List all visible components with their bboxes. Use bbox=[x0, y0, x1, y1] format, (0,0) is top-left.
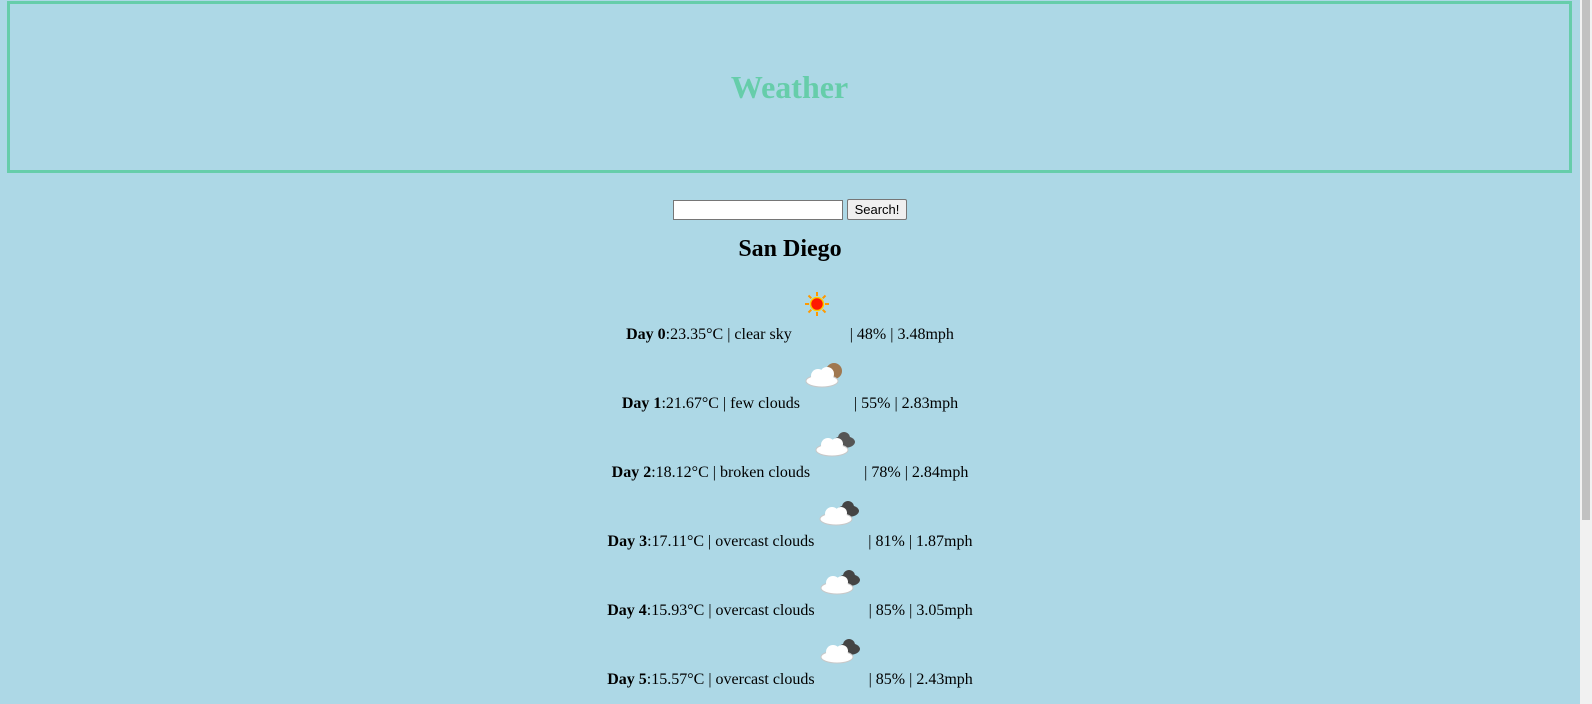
weather-description: overcast clouds bbox=[715, 602, 815, 619]
forecast-row: Day 5: 15.57°C | overcast clouds | 85% |… bbox=[0, 637, 1580, 704]
search-input[interactable] bbox=[672, 199, 843, 220]
humidity: 85% bbox=[875, 602, 906, 619]
weather-description: few clouds bbox=[730, 395, 800, 412]
forecast-row: Day 3: 17.11°C | overcast clouds | 81% |… bbox=[0, 499, 1580, 568]
temperature: 18.12°C bbox=[655, 464, 709, 481]
day-label: Day 3 bbox=[607, 533, 648, 550]
wind-speed: 3.05mph bbox=[916, 602, 973, 619]
overcast-clouds-icon bbox=[815, 636, 865, 686]
forecast-row: Day 2: 18.12°C | broken clouds | 78% | 2… bbox=[0, 430, 1580, 499]
broken-clouds-icon bbox=[810, 429, 860, 479]
few-clouds-icon bbox=[800, 360, 850, 410]
wind-speed: 3.48mph bbox=[897, 326, 954, 343]
search-button[interactable]: Search! bbox=[846, 199, 908, 220]
day-label: Day 2 bbox=[611, 464, 652, 481]
humidity: 85% bbox=[875, 671, 906, 688]
humidity: 48% bbox=[856, 326, 887, 343]
wind-speed: 1.87mph bbox=[916, 533, 973, 550]
day-label: Day 4 bbox=[607, 602, 647, 619]
wind-speed: 2.83mph bbox=[901, 395, 959, 412]
wind-speed: 2.43mph bbox=[916, 671, 973, 688]
weather-description: overcast clouds bbox=[715, 533, 815, 550]
weather-description: clear sky bbox=[734, 326, 792, 343]
temperature: 17.11°C bbox=[651, 533, 705, 550]
forecast-row: Day 1: 21.67°C | few clouds | 55% | 2.83… bbox=[0, 361, 1580, 430]
page: Weather Search! San Diego Day 0: 23.35°C… bbox=[0, 0, 1592, 704]
header-banner: Weather bbox=[7, 1, 1572, 173]
forecast-row: Day 0: 23.35°C | clear sky | 48% | 3.48m… bbox=[0, 292, 1580, 361]
page-title: Weather bbox=[730, 68, 849, 105]
day-label: Day 0 bbox=[626, 326, 666, 343]
wind-speed: 2.84mph bbox=[911, 464, 969, 481]
city-name: San Diego bbox=[738, 236, 842, 262]
day-label: Day 5 bbox=[607, 671, 647, 688]
temperature: 23.35°C bbox=[670, 326, 724, 343]
day-label: Day 1 bbox=[621, 395, 662, 412]
sun-icon bbox=[792, 291, 846, 341]
search-bar: Search! bbox=[0, 199, 1580, 220]
forecast-row: Day 4: 15.93°C | overcast clouds | 85% |… bbox=[0, 568, 1580, 637]
weather-description: broken clouds bbox=[719, 464, 811, 481]
overcast-clouds-icon bbox=[815, 567, 865, 617]
scrollbar-thumb[interactable] bbox=[1582, 0, 1590, 520]
temperature: 15.93°C bbox=[651, 602, 705, 619]
vertical-scrollbar[interactable] bbox=[1580, 0, 1592, 704]
humidity: 78% bbox=[871, 464, 901, 481]
humidity: 81% bbox=[875, 533, 905, 550]
temperature: 21.67°C bbox=[665, 395, 719, 412]
humidity: 55% bbox=[861, 395, 891, 412]
forecast-list: Day 0: 23.35°C | clear sky | 48% | 3.48m… bbox=[0, 292, 1580, 704]
weather-description: overcast clouds bbox=[715, 671, 815, 688]
overcast-clouds-icon bbox=[814, 498, 864, 548]
temperature: 15.57°C bbox=[651, 671, 705, 688]
